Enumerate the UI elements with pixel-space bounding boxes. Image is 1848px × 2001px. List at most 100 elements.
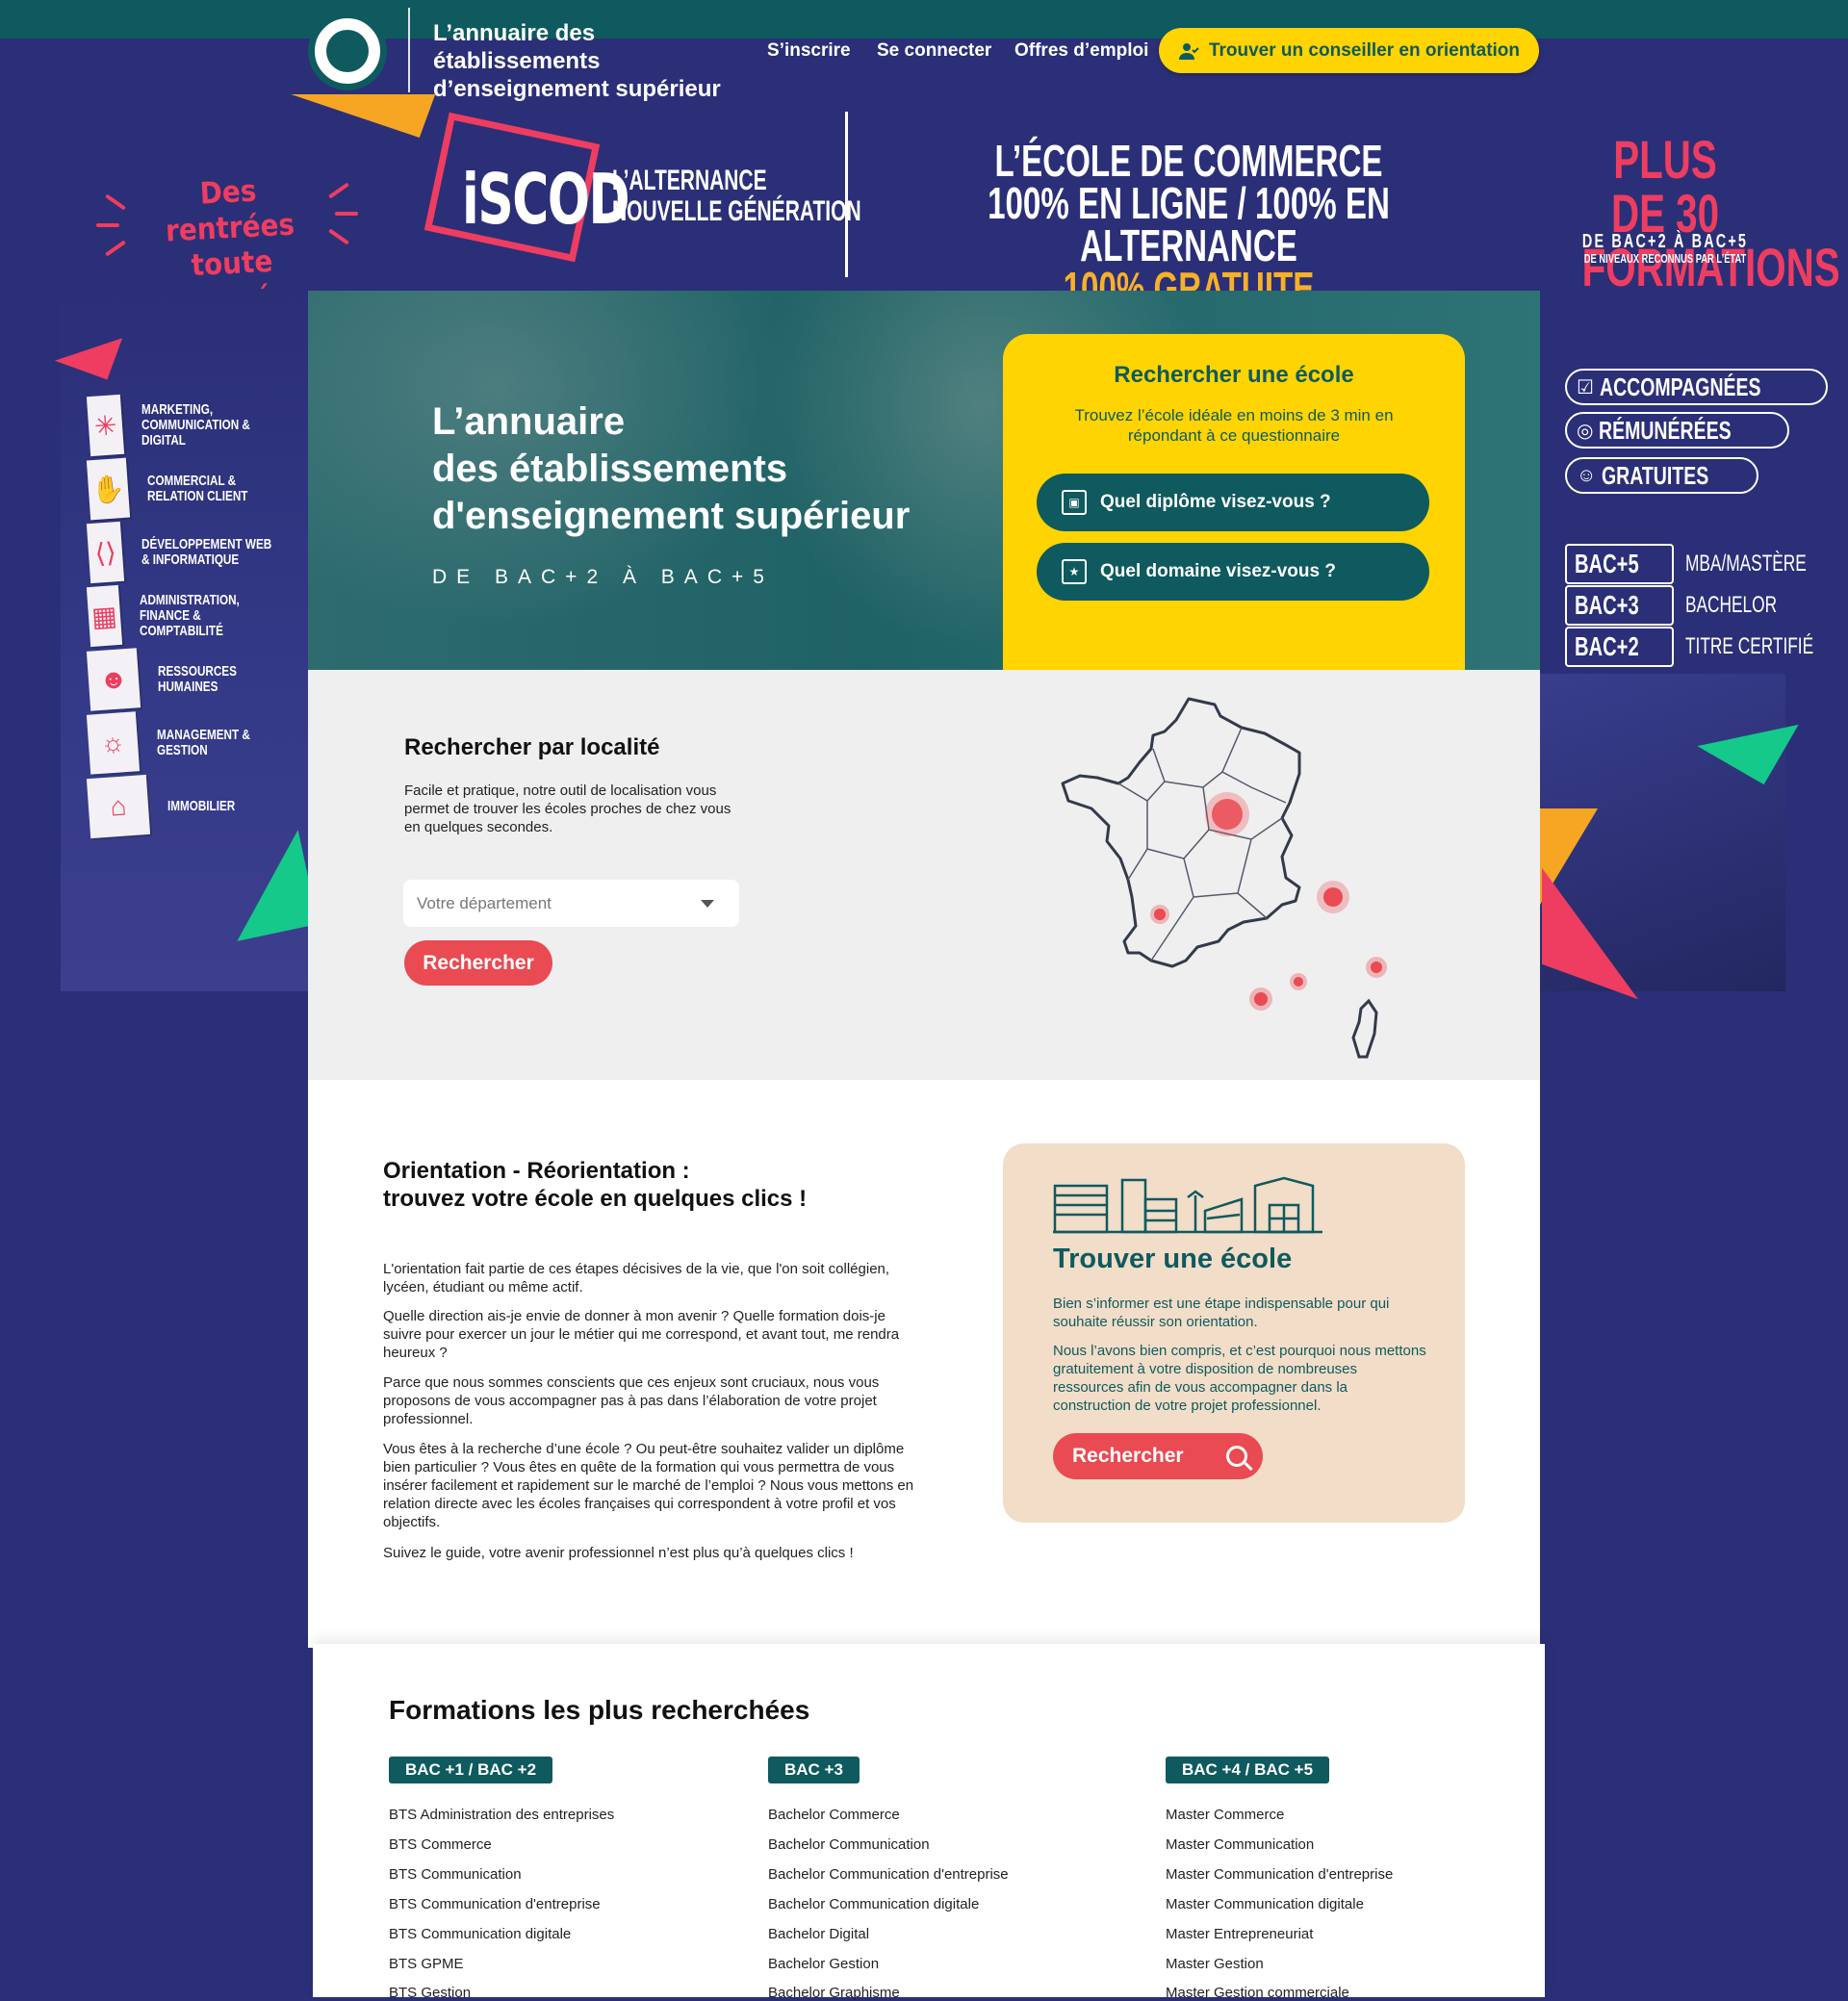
logo-tail-shape <box>274 94 436 138</box>
formation-link[interactable]: Master Commerce <box>1166 1807 1284 1823</box>
ad-level[interactable]: BAC+3 BACHELOR <box>1565 585 1810 626</box>
domain-question-button[interactable]: ★ Quel domaine visez-vous ? <box>1037 543 1429 601</box>
find-counselor-label: Trouver un conseiller en orientation <box>1208 39 1521 61</box>
formation-link[interactable]: Master Entrepreneuriat <box>1166 1926 1313 1942</box>
formation-link[interactable]: BTS Commerce <box>389 1836 492 1853</box>
locality-title: Rechercher par localité <box>404 734 660 760</box>
orientation-paragraph: L'orientation fait partie de ces étapes … <box>383 1261 890 1296</box>
map-marker-nice[interactable] <box>1371 962 1382 973</box>
formation-link[interactable]: Bachelor Communication d'entreprise <box>768 1866 1009 1883</box>
ad-level-badge: BAC+2 <box>1565 627 1674 667</box>
map-marker-montpellier[interactable] <box>1294 977 1303 987</box>
ad-headline[interactable]: L’ÉCOLE DE COMMERCE 100% EN LIGNE / 100%… <box>957 136 1421 310</box>
site-title[interactable]: L’annuaire des établissements d’enseigne… <box>433 19 760 103</box>
department-select[interactable]: Votre département <box>403 880 739 927</box>
map-marker-toulouse[interactable] <box>1254 992 1268 1006</box>
ad-pill[interactable]: ◎ RÉMUNÉRÉES <box>1565 412 1789 449</box>
ad-headline-1: L’ÉCOLE DE COMMERCE <box>994 136 1383 186</box>
ad-pill[interactable]: ☺ GRATUITES <box>1565 457 1758 494</box>
logo-divider <box>408 8 410 92</box>
level-badge-bac3: BAC +3 <box>768 1757 860 1783</box>
formation-link[interactable]: Master Gestion commerciale <box>1166 1985 1349 2001</box>
ad-level-label: BACHELOR <box>1685 592 1810 619</box>
top-bar <box>0 0 1848 38</box>
formation-link[interactable]: BTS GPME <box>389 1956 464 1972</box>
formation-link[interactable]: BTS Administration des entreprises <box>389 1807 614 1823</box>
star-clipboard-icon: ★ <box>1062 559 1087 584</box>
formation-link[interactable]: Master Gestion <box>1166 1956 1264 1972</box>
ad-level-badge: BAC+5 <box>1565 544 1674 584</box>
find-school-paragraph: Bien s’informer est une étape indispensa… <box>1053 1296 1390 1330</box>
formation-link[interactable]: Bachelor Graphisme <box>768 1985 900 2001</box>
calculator-icon: ▦ <box>86 584 122 648</box>
ad-level-text: MBA/MASTÈRE <box>1684 551 1807 577</box>
chevron-down-icon <box>701 899 714 908</box>
formation-link[interactable]: BTS Communication <box>389 1866 522 1883</box>
formation-link[interactable]: Master Communication digitale <box>1166 1896 1364 1912</box>
site-logo[interactable] <box>308 12 387 90</box>
hero-title-line-1: L’annuaire <box>432 400 626 443</box>
formation-link[interactable]: Bachelor Communication <box>768 1836 930 1853</box>
formation-link[interactable]: BTS Communication d'entreprise <box>389 1896 601 1912</box>
user-headset-icon <box>1178 42 1199 60</box>
formation-link[interactable]: BTS Communication digitale <box>389 1926 571 1942</box>
ad-level-bac: BAC+3 <box>1575 590 1639 620</box>
nav-signup[interactable]: S’inscrire <box>767 40 851 62</box>
ad-category[interactable]: ☻ Ressources humaines <box>86 648 310 711</box>
formation-link[interactable]: Master Communication d'entreprise <box>1166 1866 1393 1883</box>
ad-category[interactable]: ☼ Management & gestion <box>86 711 310 775</box>
ad-level[interactable]: BAC+2 TITRE CERTIFIÉ <box>1565 627 1813 667</box>
find-counselor-button[interactable]: Trouver un conseiller en orientation <box>1159 28 1539 73</box>
check-hand-icon: ☑ <box>1577 376 1594 398</box>
ad-category[interactable]: ✳ Marketing, communication & digital <box>86 394 310 457</box>
ad-level-text: BACHELOR <box>1684 592 1777 618</box>
ad-category[interactable]: ⟨⟩ Développement web & informatique <box>86 521 310 584</box>
ad-right-line-1: PLUS DE 30 <box>1610 129 1720 244</box>
ad-category[interactable]: ✋ Commercial & relation client <box>86 457 310 521</box>
ad-pill[interactable]: ☑ ACCOMPAGNÉES <box>1565 369 1829 405</box>
formation-link[interactable]: Bachelor Communication digitale <box>768 1896 979 1912</box>
map-marker-lyon[interactable] <box>1323 887 1343 907</box>
deco-dash <box>335 212 358 216</box>
orientation-paragraph: Vous êtes à la recherche d’une école ? O… <box>383 1441 914 1530</box>
ad-category[interactable]: ▦ Administration, finance & comptabilité <box>86 584 310 648</box>
iscod-logo[interactable]: iSCOD <box>462 159 630 240</box>
orientation-title-line-2: trouvez votre école en quelques clics ! <box>383 1186 808 1212</box>
nav-login[interactable]: Se connecter <box>877 40 991 62</box>
iscod-tagline-1: L’ALTERNANCE <box>612 165 767 196</box>
deco-dash <box>105 193 126 211</box>
map-marker-paris[interactable] <box>1212 799 1243 830</box>
orientation-paragraph: Quelle direction ais-je envie de donner … <box>383 1308 900 1361</box>
formation-link[interactable]: Bachelor Gestion <box>768 1956 879 1972</box>
formation-link[interactable]: BTS Gestion <box>389 1985 471 2001</box>
map-marker-bordeaux[interactable] <box>1154 909 1166 920</box>
ad-level[interactable]: BAC+5 MBA/MASTÈRE <box>1565 544 1810 584</box>
ad-category-label: Commercial & relation client <box>146 473 248 504</box>
ad-right-line-4: DE NIVEAUX RECONNUS PAR L’ÉTAT <box>1583 251 1747 266</box>
ad-category[interactable]: ⌂ Immobilier <box>86 774 310 839</box>
ad-category-label: Développement web & informatique <box>141 536 272 568</box>
level-badge-bac5: BAC +4 / BAC +5 <box>1166 1757 1330 1783</box>
code-head-icon: ⟨⟩ <box>86 521 125 584</box>
people-icon: ☻ <box>86 648 141 711</box>
locality-search-button[interactable]: Rechercher <box>404 940 552 986</box>
house-icon: ⌂ <box>86 774 151 839</box>
formation-link[interactable]: Bachelor Digital <box>768 1926 869 1942</box>
ad-right-line-3: DE BAC+2 À BAC+5 <box>1581 231 1749 252</box>
iscod-tagline-2: NOUVELLE GÉNÉRATION <box>612 195 861 227</box>
formation-link[interactable]: Bachelor Commerce <box>768 1807 900 1823</box>
deco-dash <box>328 182 349 199</box>
find-school-paragraph: Nous l’avons bien compris, et c’est pour… <box>1053 1343 1426 1414</box>
france-map[interactable] <box>1059 695 1396 1061</box>
orientation-title: Orientation - Réorientation : trouvez vo… <box>383 1157 864 1213</box>
find-school-search-button[interactable]: Rechercher <box>1053 1433 1263 1479</box>
diploma-question-button[interactable]: ▣ Quel diplôme visez-vous ? <box>1037 474 1429 531</box>
ad-pill-label: ACCOMPAGNÉES <box>1599 372 1761 401</box>
nav-jobs[interactable]: Offres d’emploi <box>1014 40 1148 62</box>
ad-formations-count[interactable]: PLUS DE 30 FORMATIONS <box>1582 129 1840 295</box>
school-search-title: Rechercher une école <box>1114 362 1354 388</box>
domain-question-label: Quel domaine visez-vous ? <box>1100 561 1336 581</box>
hero-title-line-2: des établissements <box>432 448 788 490</box>
formation-link[interactable]: Master Communication <box>1166 1836 1314 1853</box>
deco-dash <box>105 240 126 257</box>
